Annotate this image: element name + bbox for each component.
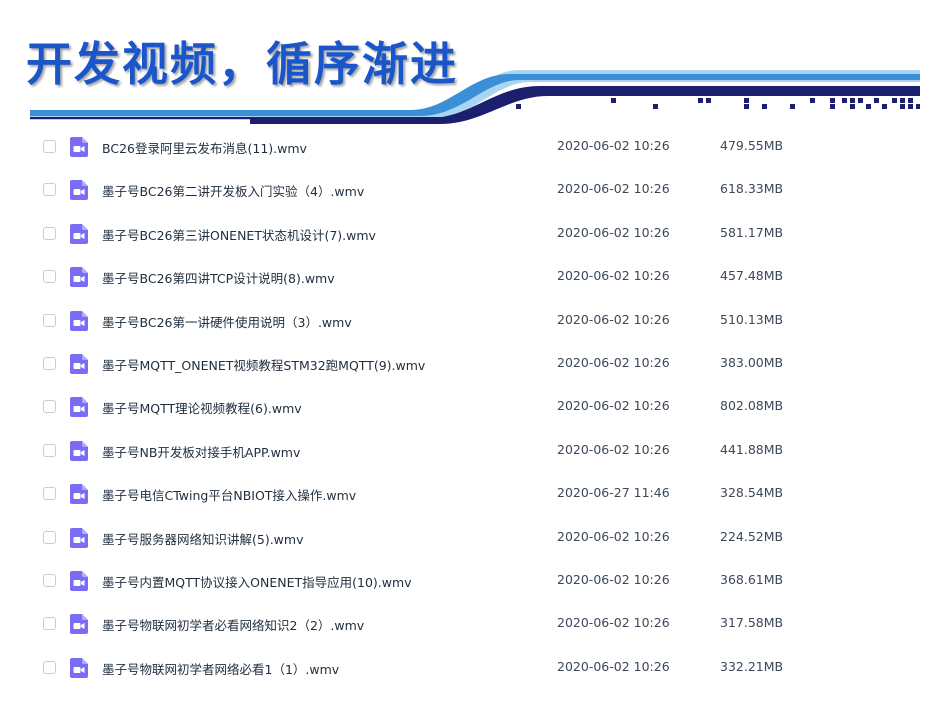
file-name[interactable]: 墨子号BC26第三讲ONENET状态机设计(7).wmv bbox=[102, 225, 376, 244]
file-modified-date: 2020-06-02 10:26 bbox=[557, 311, 670, 327]
file-modified-date: 2020-06-02 10:26 bbox=[557, 658, 670, 674]
file-name[interactable]: 墨子号NB开发板对接手机APP.wmv bbox=[102, 442, 300, 461]
slide-header: 开发视频，循序渐进 bbox=[0, 0, 944, 124]
file-checkbox[interactable] bbox=[43, 270, 56, 284]
file-modified-date: 2020-06-02 10:26 bbox=[557, 355, 670, 370]
file-size: 441.88MB bbox=[720, 441, 784, 457]
file-size: 479.55MB bbox=[720, 138, 784, 153]
file-name[interactable]: 墨子号物联网初学者必看网络知识2（2）.wmv bbox=[102, 615, 364, 634]
file-modified-date: 2020-06-27 11:46 bbox=[557, 485, 670, 501]
file-row[interactable]: 墨子号BC26第二讲开发板入门实验（4）.wmv 2020-06-02 10:26… bbox=[0, 168, 944, 211]
dot-pattern bbox=[516, 98, 920, 109]
file-size: 332.21MB bbox=[720, 658, 784, 674]
file-size: 224.52MB bbox=[720, 528, 784, 544]
video-file-icon bbox=[70, 614, 88, 635]
file-row[interactable]: 墨子号MQTT_ONENET视频教程STM32跑MQTT(9).wmv 2020-… bbox=[0, 342, 944, 385]
file-checkbox[interactable] bbox=[43, 660, 56, 674]
file-modified-date: 2020-06-02 10:26 bbox=[557, 268, 670, 284]
file-modified-date: 2020-06-02 10:26 bbox=[557, 528, 670, 544]
video-file-icon bbox=[70, 180, 88, 201]
video-file-icon bbox=[70, 137, 88, 157]
file-size: 383.00MB bbox=[720, 355, 784, 370]
file-name[interactable]: 墨子号电信CTwing平台NBIOT接入操作.wmv bbox=[102, 485, 356, 504]
file-checkbox[interactable] bbox=[43, 140, 56, 153]
video-file-icon bbox=[70, 354, 88, 374]
file-modified-date: 2020-06-02 10:26 bbox=[557, 181, 670, 197]
file-modified-date: 2020-06-02 10:26 bbox=[557, 441, 670, 457]
file-modified-date: 2020-06-02 10:26 bbox=[557, 138, 670, 153]
file-name[interactable]: 墨子号服务器网络知识讲解(5).wmv bbox=[102, 529, 303, 548]
file-name[interactable]: BC26登录阿里云发布消息(11).wmv bbox=[102, 138, 307, 157]
video-file-icon bbox=[70, 267, 88, 288]
file-row[interactable]: 墨子号BC26第四讲TCP设计说明(8).wmv 2020-06-02 10:26… bbox=[0, 255, 944, 298]
file-name[interactable]: 墨子号BC26第四讲TCP设计说明(8).wmv bbox=[102, 268, 335, 287]
file-checkbox[interactable] bbox=[43, 487, 56, 501]
video-file-icon bbox=[70, 440, 88, 461]
file-checkbox[interactable] bbox=[43, 530, 56, 544]
file-checkbox[interactable] bbox=[43, 617, 56, 631]
video-file-icon bbox=[70, 657, 88, 678]
video-file-icon bbox=[70, 223, 88, 244]
file-row[interactable]: 墨子号BC26第三讲ONENET状态机设计(7).wmv 2020-06-02 1… bbox=[0, 212, 944, 255]
file-size: 581.17MB bbox=[720, 224, 784, 240]
file-checkbox[interactable] bbox=[43, 574, 56, 587]
video-file-icon bbox=[70, 310, 88, 331]
file-checkbox[interactable] bbox=[43, 357, 56, 370]
file-name[interactable]: 墨子号BC26第一讲硬件使用说明（3）.wmv bbox=[102, 312, 352, 331]
file-size: 317.58MB bbox=[720, 615, 784, 631]
video-file-icon bbox=[70, 397, 88, 418]
file-size: 618.33MB bbox=[720, 181, 784, 197]
file-row[interactable]: 墨子号MQTT理论视频教程(6).wmv 2020-06-02 10:26 802.… bbox=[0, 385, 944, 428]
file-name[interactable]: 墨子号BC26第二讲开发板入门实验（4）.wmv bbox=[102, 181, 364, 200]
file-row[interactable]: 墨子号物联网初学者必看网络知识2（2）.wmv 2020-06-02 10:26 3… bbox=[0, 602, 944, 645]
file-name[interactable]: 墨子号MQTT_ONENET视频教程STM32跑MQTT(9).wmv bbox=[102, 355, 425, 374]
file-size: 802.08MB bbox=[720, 398, 784, 414]
video-file-icon bbox=[70, 571, 88, 591]
file-modified-date: 2020-06-02 10:26 bbox=[557, 224, 670, 240]
file-size: 368.61MB bbox=[720, 572, 784, 587]
slide-title: 开发视频，循序渐进 bbox=[26, 37, 458, 91]
file-size: 328.54MB bbox=[720, 485, 784, 501]
video-file-icon bbox=[70, 527, 88, 548]
file-checkbox[interactable] bbox=[43, 313, 56, 327]
file-name[interactable]: 墨子号物联网初学者网络必看1（1）.wmv bbox=[102, 659, 339, 678]
file-row[interactable]: 墨子号服务器网络知识讲解(5).wmv 2020-06-02 10:26 224.5… bbox=[0, 516, 944, 559]
video-file-icon bbox=[70, 484, 88, 505]
file-row[interactable]: 墨子号NB开发板对接手机APP.wmv 2020-06-02 10:26 441.8… bbox=[0, 429, 944, 472]
file-checkbox[interactable] bbox=[43, 400, 56, 414]
file-row[interactable]: 墨子号电信CTwing平台NBIOT接入操作.wmv 2020-06-27 11:… bbox=[0, 472, 944, 515]
file-row[interactable]: 墨子号物联网初学者网络必看1（1）.wmv 2020-06-02 10:26 332… bbox=[0, 646, 944, 689]
file-checkbox[interactable] bbox=[43, 443, 56, 457]
file-name[interactable]: 墨子号MQTT理论视频教程(6).wmv bbox=[102, 398, 302, 417]
file-row[interactable]: 墨子号BC26第一讲硬件使用说明（3）.wmv 2020-06-02 10:26 5… bbox=[0, 299, 944, 342]
file-modified-date: 2020-06-02 10:26 bbox=[557, 615, 670, 631]
file-row[interactable]: 墨子号内置MQTT协议接入ONENET指导应用(10).wmv 2020-06-0… bbox=[0, 559, 944, 602]
file-size: 457.48MB bbox=[720, 268, 784, 284]
file-modified-date: 2020-06-02 10:26 bbox=[557, 572, 670, 587]
file-checkbox[interactable] bbox=[43, 226, 56, 240]
file-modified-date: 2020-06-02 10:26 bbox=[557, 398, 670, 414]
file-checkbox[interactable] bbox=[43, 183, 56, 197]
file-name[interactable]: 墨子号内置MQTT协议接入ONENET指导应用(10).wmv bbox=[102, 572, 412, 591]
file-row[interactable]: BC26登录阿里云发布消息(11).wmv 2020-06-02 10:26 479… bbox=[0, 125, 944, 168]
file-size: 510.13MB bbox=[720, 311, 784, 327]
